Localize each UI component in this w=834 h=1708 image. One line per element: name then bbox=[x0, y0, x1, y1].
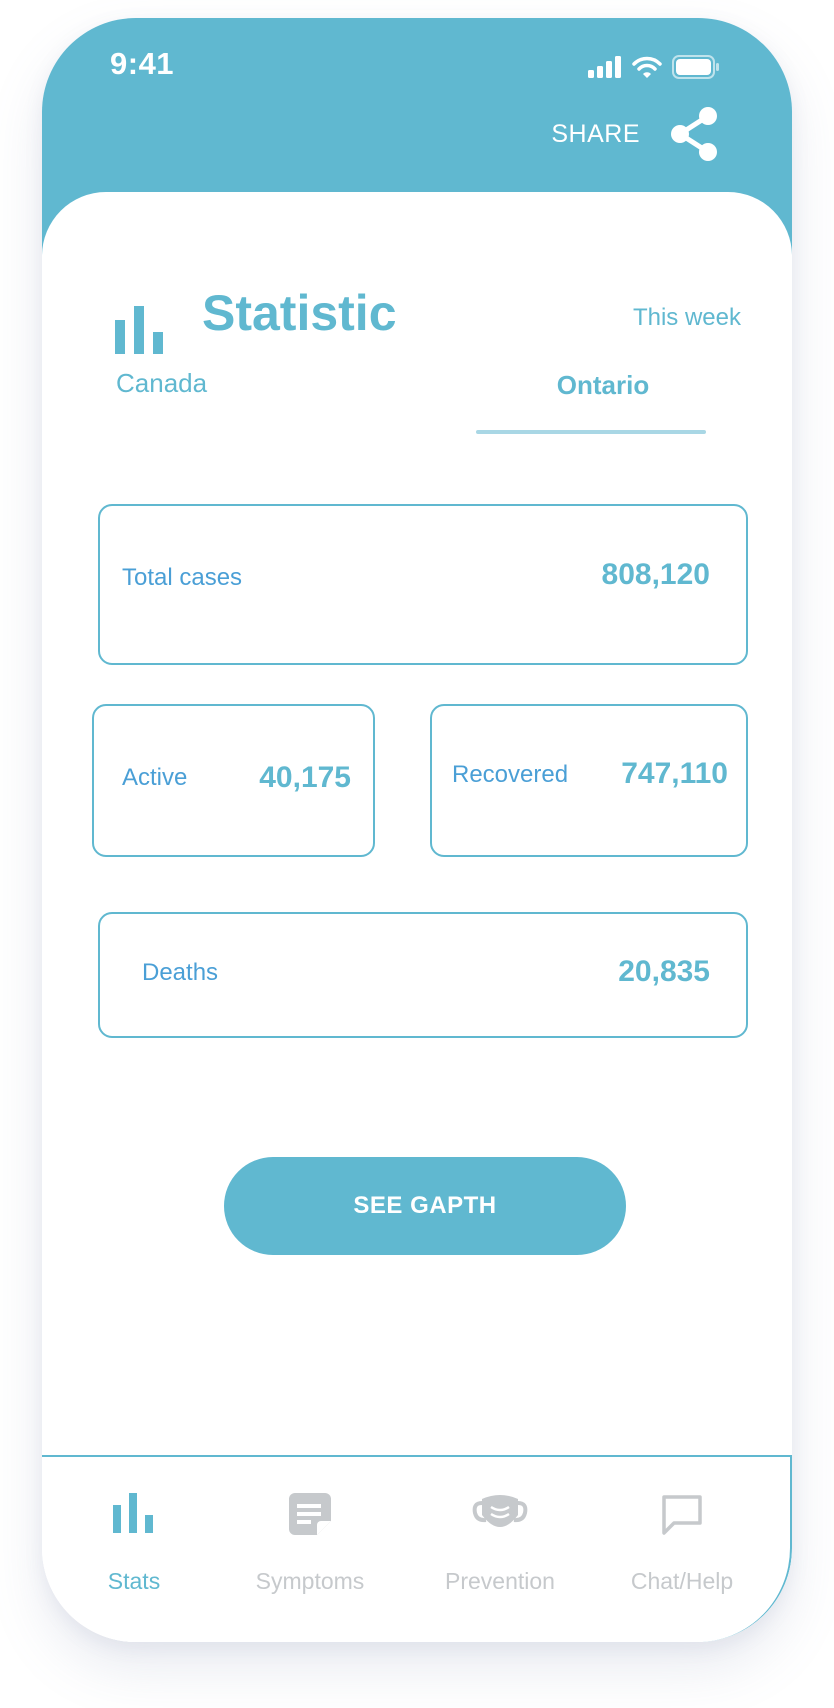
page-title: Statistic bbox=[202, 285, 397, 341]
bar-chart-icon bbox=[115, 306, 163, 354]
nav-symptoms[interactable]: Symptoms bbox=[218, 1457, 402, 1607]
nav-chat-help-label: Chat/Help bbox=[630, 1568, 734, 1594]
recovered-value: 747,110 bbox=[621, 757, 728, 790]
deaths-label: Deaths bbox=[142, 959, 219, 986]
share-button[interactable]: SHARE bbox=[551, 106, 720, 162]
share-icon bbox=[671, 107, 717, 161]
signal-icon bbox=[588, 56, 621, 78]
nav-prevention-label: Prevention bbox=[445, 1568, 555, 1594]
active-value: 40,175 bbox=[259, 761, 351, 794]
tab-ontario[interactable]: Ontario bbox=[488, 370, 718, 401]
recovered-card: Recovered 747,110 bbox=[430, 704, 748, 857]
deaths-value: 20,835 bbox=[618, 955, 710, 988]
status-icons bbox=[588, 52, 720, 82]
chat-bubble-icon bbox=[662, 1495, 702, 1535]
active-label: Active bbox=[122, 764, 188, 791]
wifi-icon bbox=[632, 56, 662, 78]
nav-stats[interactable]: Stats bbox=[42, 1457, 226, 1607]
recovered-label: Recovered bbox=[452, 761, 569, 788]
nav-symptoms-label: Symptoms bbox=[255, 1568, 365, 1594]
mask-icon bbox=[472, 1495, 528, 1527]
battery-icon bbox=[672, 55, 719, 79]
nav-prevention[interactable]: Prevention bbox=[400, 1457, 600, 1607]
bottom-tab-bar: Stats Symptoms Prevention Chat/Help bbox=[42, 1455, 792, 1642]
content-card: Statistic This week Canada Ontario Total… bbox=[42, 192, 792, 1642]
deaths-card: Deaths 20,835 bbox=[98, 912, 748, 1038]
note-icon bbox=[289, 1493, 331, 1535]
period-selector[interactable]: This week bbox=[633, 304, 741, 332]
status-time: 9:41 bbox=[110, 46, 175, 81]
tab-canada[interactable]: Canada bbox=[116, 368, 207, 399]
active-card: Active 40,175 bbox=[92, 704, 375, 857]
bar-chart-icon bbox=[113, 1493, 153, 1533]
active-tab-indicator bbox=[476, 430, 706, 434]
share-label: SHARE bbox=[551, 119, 640, 148]
nav-stats-label: Stats bbox=[107, 1568, 161, 1594]
total-cases-value: 808,120 bbox=[601, 558, 710, 591]
total-cases-card: Total cases 808,120 bbox=[98, 504, 748, 665]
nav-chat-help[interactable]: Chat/Help bbox=[582, 1457, 782, 1607]
total-cases-label: Total cases bbox=[122, 564, 243, 591]
phone-frame: 9:41 SHARE Statistic This week Canada On… bbox=[42, 18, 792, 1642]
see-graph-button[interactable]: SEE GAPTH bbox=[224, 1157, 626, 1255]
